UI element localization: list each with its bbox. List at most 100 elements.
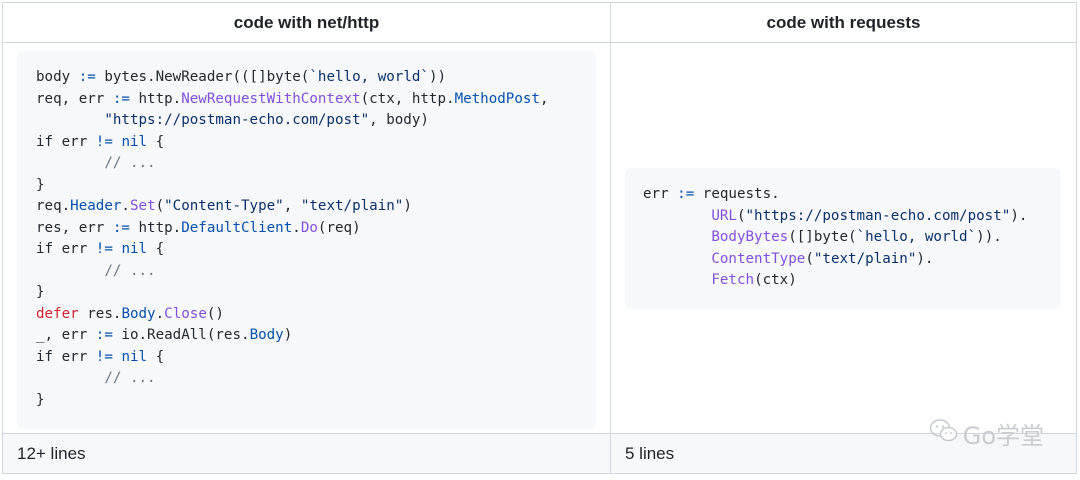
code-token: := (677, 186, 695, 202)
code-token: res, err (36, 219, 113, 236)
code-token: , (283, 198, 301, 214)
footer-net-http: 12+ lines (3, 433, 611, 473)
code-line: BodyBytes([]byte(`hello, world`)). (643, 227, 1061, 249)
code-token: req, err (36, 90, 113, 107)
code-token: req. (36, 198, 71, 214)
code-token: } (36, 391, 45, 408)
cell-requests-code: err := requests. URL("https://postman-ec… (611, 43, 1076, 433)
code-token: "text/plain" (813, 250, 917, 267)
code-line: Fetch(ctx) (643, 270, 1061, 292)
code-token: := (78, 69, 96, 85)
code-token: // ... (104, 370, 156, 386)
code-token: nil (121, 241, 148, 257)
code-token: Fetch (711, 272, 755, 288)
code-token: (ctx) (754, 272, 797, 288)
code-token: body (36, 69, 79, 85)
code-line: if err != nil { (36, 347, 596, 369)
code-token: ( (805, 250, 814, 267)
code-line: body := bytes.NewReader(([]byte(`hello, … (36, 67, 596, 89)
code-token: { (147, 241, 165, 257)
code-line: ContentType("text/plain"). (643, 249, 1061, 271)
code-token: := (112, 90, 130, 107)
code-token: (ctx, http. (360, 90, 455, 107)
code-token: if err (36, 133, 96, 150)
code-token: != (95, 348, 113, 365)
header-net-http: code with net/http (3, 3, 611, 43)
code-token: "https://postman-echo.com/post" (104, 112, 370, 128)
code-line: } (36, 390, 596, 412)
code-token: "Content-Type" (164, 198, 284, 214)
code-block-requests: err := requests. URL("https://postman-ec… (625, 168, 1061, 309)
code-token: "text/plain" (300, 198, 404, 214)
code-token: ([]byte( (788, 229, 857, 245)
code-token: } (36, 176, 45, 193)
wechat-icon (929, 418, 959, 450)
code-token: . (121, 198, 130, 214)
code-requests: err := requests. URL("https://postman-ec… (643, 184, 1061, 292)
code-line: } (36, 282, 596, 304)
cell-net-http-code: body := bytes.NewReader(([]byte(`hello, … (3, 43, 611, 433)
code-token: if err (36, 241, 96, 257)
code-token: io.ReadAll(res. (112, 327, 250, 343)
code-token: // ... (104, 262, 156, 279)
code-token: err (643, 186, 678, 202)
code-token: . (292, 219, 301, 236)
code-token: ) (283, 327, 293, 343)
code-token: := (95, 327, 113, 343)
code-token: nil (121, 133, 148, 150)
code-token: )). (976, 229, 1002, 245)
code-token: res. (78, 305, 122, 322)
code-token: { (147, 133, 165, 150)
code-line: res, err := http.DefaultClient.Do(req) (36, 218, 596, 240)
code-token: Header (70, 198, 122, 214)
code-token: ) (403, 198, 412, 214)
code-token: )) (428, 69, 447, 85)
code-token: if err (36, 348, 96, 365)
code-token: // ... (104, 155, 156, 171)
code-token: != (95, 133, 113, 150)
code-block-net-http: body := bytes.NewReader(([]byte(`hello, … (17, 51, 596, 429)
header-requests: code with requests (611, 3, 1076, 43)
code-line: if err != nil { (36, 239, 596, 261)
code-line: err := requests. (643, 184, 1061, 206)
code-net-http: body := bytes.NewReader(([]byte(`hello, … (36, 67, 596, 411)
code-token: { (147, 348, 165, 365)
code-line: "https://postman-echo.com/post", body) (36, 110, 596, 132)
code-token: Body (249, 327, 284, 343)
code-token: (req) (317, 219, 361, 236)
code-token: := (112, 219, 130, 236)
code-token: http. (129, 90, 182, 107)
code-token: DefaultClient (181, 219, 293, 236)
code-token: MethodPost (454, 90, 540, 107)
code-token: BodyBytes (711, 229, 789, 245)
code-token: () (206, 305, 224, 322)
code-token: bytes.NewReader(([]byte( (95, 69, 310, 85)
code-line: URL("https://postman-echo.com/post"). (643, 206, 1061, 228)
code-token: != (95, 241, 113, 257)
code-line: defer res.Body.Close() (36, 304, 596, 326)
code-token: . (155, 305, 165, 322)
watermark-text: Go学堂 (962, 422, 1044, 450)
code-token: ( (736, 207, 746, 224)
code-token: Set (129, 198, 156, 214)
code-line: // ... (36, 368, 596, 390)
code-token: _, err (36, 327, 96, 343)
code-token: defer (36, 305, 79, 322)
code-token: ). (916, 250, 934, 267)
code-line: // ... (36, 153, 596, 175)
code-line: req.Header.Set("Content-Type", "text/pla… (36, 196, 596, 218)
code-token: ContentType (711, 250, 806, 267)
comparison-table: code with net/http code with requests bo… (2, 2, 1077, 474)
code-token: Close (164, 305, 207, 322)
code-token: nil (121, 348, 148, 365)
code-token: , body) (369, 112, 429, 128)
code-token: ( (155, 198, 165, 214)
